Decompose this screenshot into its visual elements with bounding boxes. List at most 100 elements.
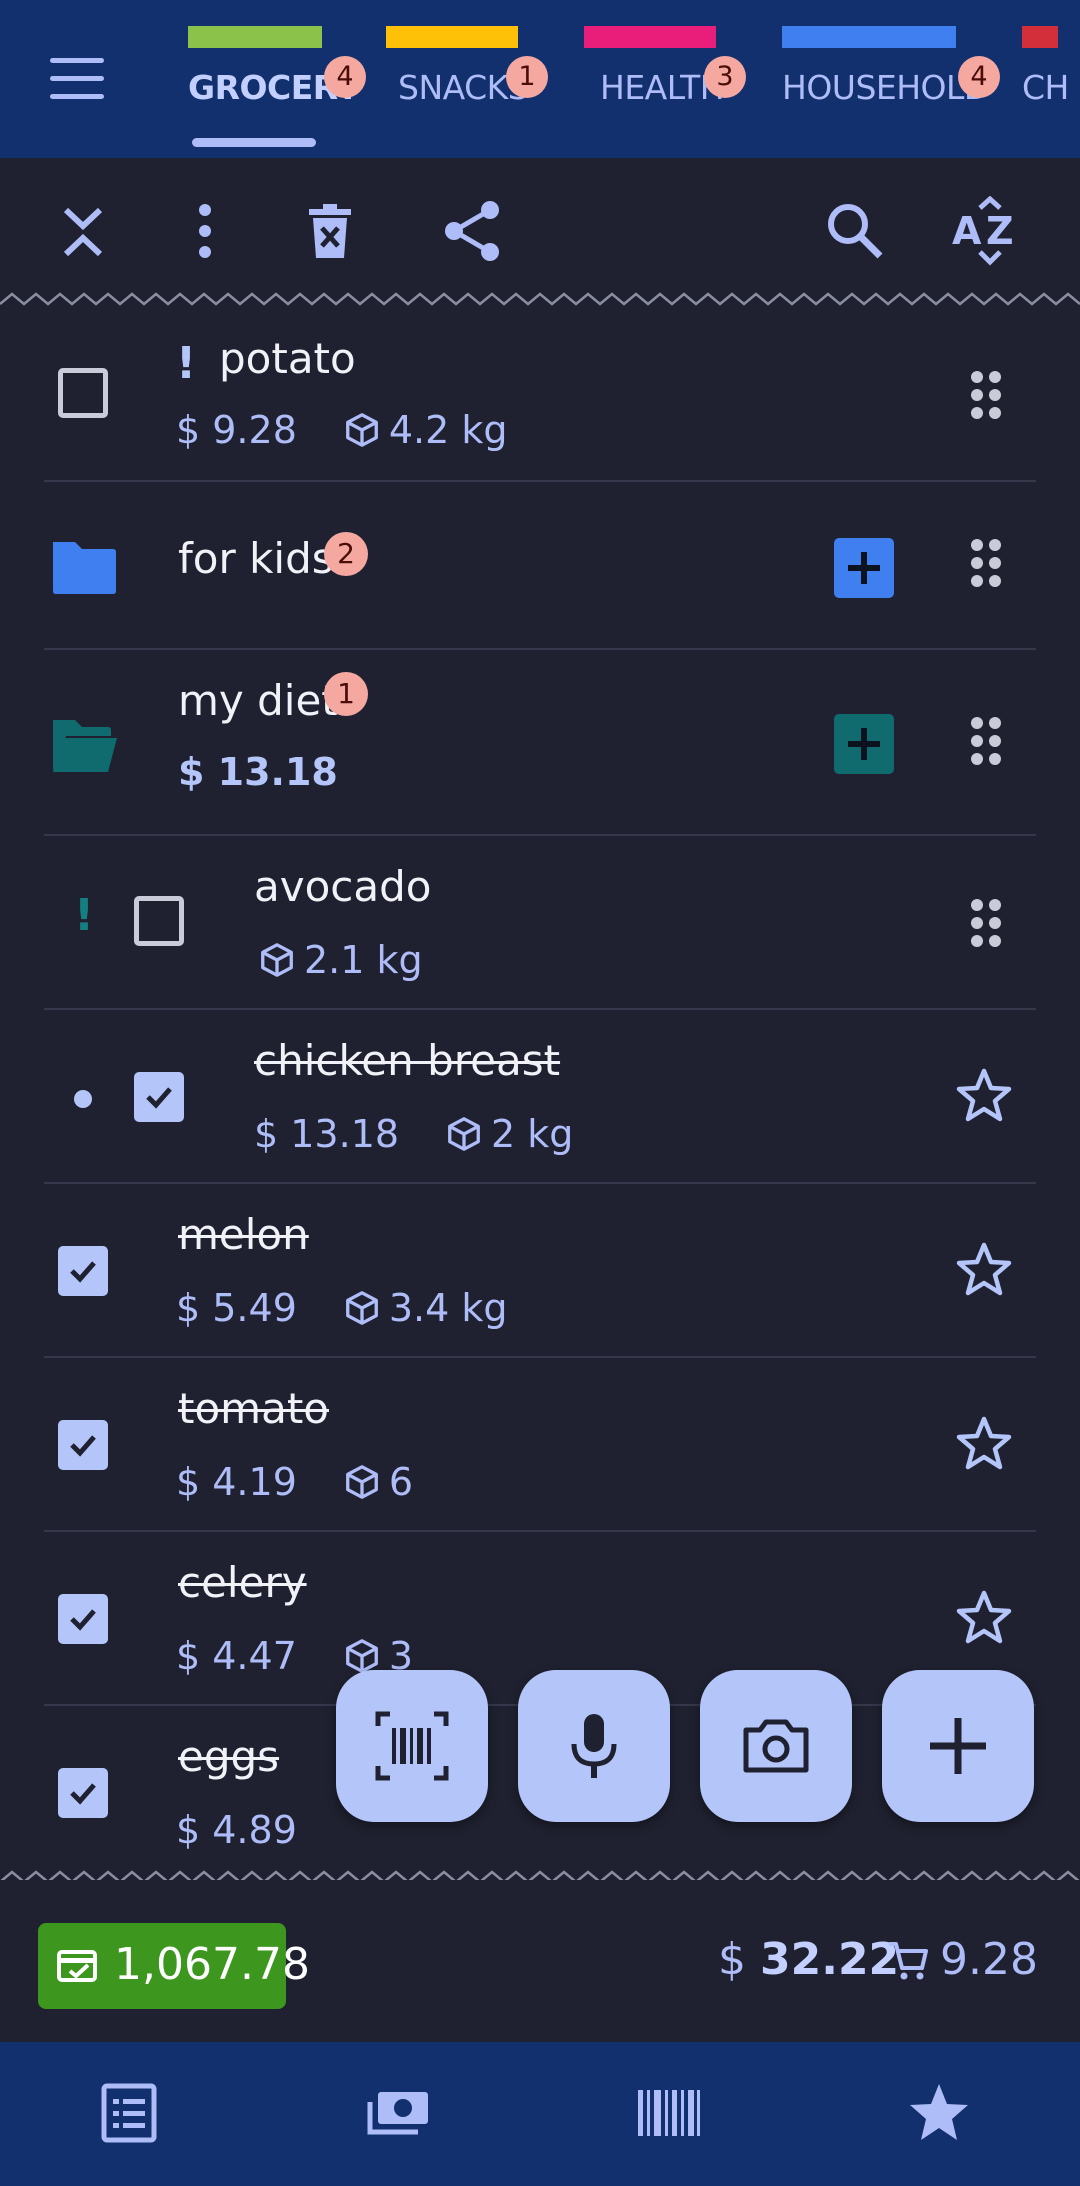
- star-icon[interactable]: [954, 1588, 1014, 1648]
- star-icon: [910, 2084, 968, 2140]
- folder-icon: [53, 542, 116, 594]
- item-checkbox[interactable]: [134, 896, 184, 946]
- item-quantity: 2.1 kg: [258, 938, 423, 982]
- item-meta: $ 5.49 3.4 kg: [176, 1286, 508, 1330]
- item-meta: $ 9.28 4.2 kg: [176, 408, 508, 452]
- item-price: $ 13.18: [254, 1112, 400, 1156]
- item-price: $ 9.28: [176, 408, 297, 452]
- zigzag-divider-top: [0, 292, 1080, 306]
- tab-grocery[interactable]: GROCERY 4: [186, 0, 366, 158]
- barcode-icon: [638, 2090, 700, 2136]
- add-to-group-button[interactable]: [834, 538, 894, 598]
- star-icon[interactable]: [954, 1414, 1014, 1474]
- scan-barcode-button[interactable]: [336, 1670, 488, 1822]
- bottom-navigation: [0, 2042, 1080, 2186]
- item-meta: $ 13.18 2 kg: [254, 1112, 573, 1156]
- tab-snacks[interactable]: SNACKS 1: [386, 0, 556, 158]
- star-icon[interactable]: [954, 1240, 1014, 1300]
- svg-text:A: A: [952, 209, 982, 253]
- list-item-chicken-breast[interactable]: chicken breast $ 13.18 2 kg: [44, 1010, 1036, 1184]
- nav-favorites-button[interactable]: [906, 2080, 972, 2146]
- voice-input-button[interactable]: [518, 1670, 670, 1822]
- total-price: $ 32.22: [718, 1934, 900, 1985]
- balance-value: 1,067.78: [114, 1939, 310, 1990]
- item-checkbox-checked[interactable]: [58, 1768, 108, 1818]
- search-icon[interactable]: [820, 196, 890, 266]
- tab-color-bar: [188, 26, 322, 48]
- item-price: $ 4.89: [176, 1808, 297, 1852]
- group-name: for kids: [178, 534, 334, 583]
- item-name: melon: [178, 1210, 309, 1259]
- share-icon[interactable]: [438, 196, 508, 266]
- tab-household[interactable]: HOUSEHOLD 4: [782, 0, 1012, 158]
- tab-badge: 1: [506, 56, 548, 98]
- item-checkbox-checked[interactable]: [134, 1072, 184, 1122]
- item-name: chicken breast: [254, 1036, 561, 1085]
- money-icon: [367, 2092, 428, 2135]
- camera-button[interactable]: [700, 1670, 852, 1822]
- priority-marker: !: [176, 338, 197, 389]
- more-vert-icon[interactable]: [170, 196, 240, 266]
- cart-total: 9.28: [886, 1934, 1038, 1985]
- item-name: tomato: [178, 1384, 329, 1433]
- card-check-icon: [57, 1950, 97, 1982]
- item-quantity: 2 kg: [445, 1112, 573, 1156]
- group-count-badge: 1: [324, 672, 368, 716]
- cart-icon: [889, 1941, 929, 1979]
- tab-badge: 4: [958, 56, 1000, 98]
- item-checkbox-checked[interactable]: [58, 1594, 108, 1644]
- item-meta: 2.1 kg: [258, 938, 423, 982]
- summary-bar: 1,067.78 $ 32.22 9.28: [0, 1880, 1080, 2042]
- microphone-icon: [571, 1714, 617, 1778]
- add-item-button[interactable]: [882, 1670, 1034, 1822]
- barcode-icon: [375, 1711, 449, 1781]
- list-item-potato[interactable]: ! potato $ 9.28 4.2 kg: [44, 310, 1036, 482]
- group-name: my diet: [178, 676, 338, 725]
- nav-list-button[interactable]: [96, 2080, 162, 2146]
- drag-handle-icon[interactable]: [968, 370, 1004, 420]
- list-group-for-kids[interactable]: for kids 2: [44, 482, 1036, 650]
- item-price: $ 4.19: [176, 1460, 297, 1504]
- package-icon: [345, 1465, 378, 1499]
- add-to-group-button[interactable]: [834, 714, 894, 774]
- item-name: celery: [178, 1558, 307, 1607]
- item-meta: $ 4.19 6: [176, 1460, 413, 1504]
- list-item-melon[interactable]: melon $ 5.49 3.4 kg: [44, 1184, 1036, 1358]
- list-toolbar: AZ: [0, 158, 1080, 298]
- tab-color-bar: [584, 26, 716, 48]
- menu-icon[interactable]: [50, 58, 104, 100]
- delete-checked-icon[interactable]: [295, 196, 365, 266]
- drag-handle-icon[interactable]: [968, 716, 1004, 766]
- list-icon: [101, 2083, 157, 2143]
- item-checkbox[interactable]: [58, 368, 108, 418]
- package-icon: [345, 413, 378, 447]
- camera-icon: [743, 1719, 809, 1773]
- group-count-badge: 2: [324, 532, 368, 576]
- drag-handle-icon[interactable]: [968, 538, 1004, 588]
- sort-az-icon[interactable]: AZ: [950, 195, 1020, 266]
- nav-money-button[interactable]: [366, 2080, 432, 2146]
- item-name: potato: [219, 334, 356, 383]
- item-quantity: 4.2 kg: [343, 408, 508, 452]
- tab-color-bar: [782, 26, 956, 48]
- nav-barcode-button[interactable]: [636, 2080, 702, 2146]
- tab-health[interactable]: HEALTH 3: [584, 0, 754, 158]
- tab-partial[interactable]: CH: [1022, 0, 1080, 158]
- list-group-my-diet[interactable]: my diet 1 $ 13.18: [44, 650, 1036, 836]
- item-checkbox-checked[interactable]: [58, 1420, 108, 1470]
- star-icon[interactable]: [954, 1066, 1014, 1126]
- tab-color-bar: [386, 26, 518, 48]
- tab-badge: 4: [324, 56, 366, 98]
- list-item-avocado[interactable]: ! avocado 2.1 kg: [44, 836, 1036, 1010]
- item-name: eggs: [178, 1732, 280, 1781]
- folder-open-icon: [53, 720, 117, 772]
- balance-button[interactable]: 1,067.78: [38, 1923, 310, 2009]
- add-icon: [930, 1718, 986, 1774]
- package-icon: [345, 1291, 378, 1325]
- list-item-tomato[interactable]: tomato $ 4.19 6: [44, 1358, 1036, 1532]
- drag-handle-icon[interactable]: [968, 898, 1004, 948]
- collapse-icon[interactable]: [48, 196, 118, 266]
- item-checkbox-checked[interactable]: [58, 1246, 108, 1296]
- item-price: $ 5.49: [176, 1286, 297, 1330]
- item-name: avocado: [254, 862, 432, 911]
